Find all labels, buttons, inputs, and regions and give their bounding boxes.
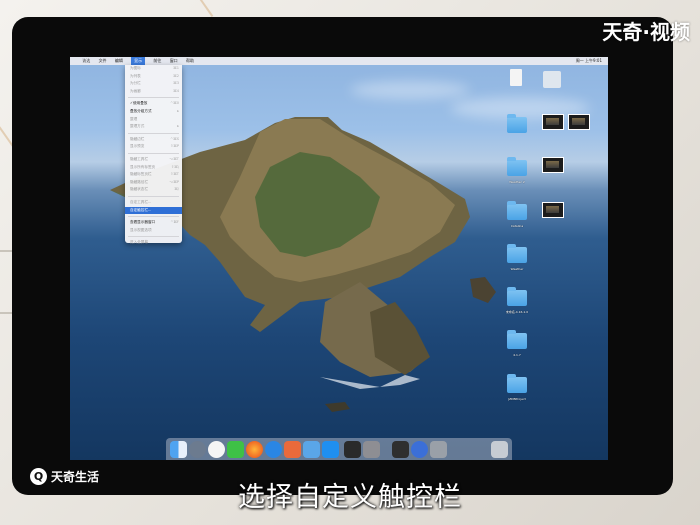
desktop-label: Weather 2 <box>509 180 525 184</box>
screenshot-icon[interactable] <box>542 157 564 173</box>
firefox-icon[interactable] <box>246 441 263 458</box>
safari-icon[interactable] <box>265 441 282 458</box>
tool-icon[interactable] <box>430 441 447 458</box>
trash-icon[interactable] <box>491 441 508 458</box>
subtitle-caption: 选择自定义触控栏 <box>238 482 462 513</box>
launchpad-icon[interactable] <box>189 441 206 458</box>
mac-screen: 访达 文件 编辑 显示 前往 窗口 帮助 周一 上午9:01 为图标 ⌘1 为列表 ⌘… <box>70 57 608 460</box>
system-preferences-icon[interactable] <box>363 441 380 458</box>
folder-icon[interactable] <box>507 157 527 176</box>
screenshot-icon[interactable] <box>568 114 590 130</box>
folder-icon[interactable] <box>507 287 527 306</box>
weibo-icon[interactable] <box>208 441 225 458</box>
desktop-label: JZDBProject <box>508 397 526 401</box>
terminal-icon[interactable] <box>344 441 361 458</box>
desktop-label: Weather <box>510 267 524 271</box>
app-store-icon[interactable] <box>322 441 339 458</box>
folder-icon[interactable] <box>507 114 527 133</box>
desktop-label: 未命名.4.16.1.0 <box>505 310 529 314</box>
finder-icon[interactable] <box>170 441 187 458</box>
watermark: 天奇·视频 <box>602 20 690 44</box>
desktop-label: 4.1.7 <box>513 353 521 357</box>
screenshot-icon[interactable] <box>542 202 564 218</box>
activity-monitor-icon[interactable] <box>392 441 409 458</box>
folder-icon[interactable] <box>507 201 527 220</box>
folder-app-icon[interactable] <box>303 441 320 458</box>
cleaner-icon[interactable] <box>284 441 301 458</box>
browser-icon[interactable] <box>411 441 428 458</box>
folder-icon[interactable] <box>507 330 527 349</box>
folder-icon[interactable] <box>507 374 527 393</box>
decor-stripe <box>188 0 214 17</box>
file-icon[interactable] <box>510 69 522 86</box>
desktop-label: Catalina <box>510 224 524 228</box>
folder-icon[interactable] <box>507 244 527 263</box>
desktop-icons: Weather 2 Catalina Weather 未命名.4.16.1.0 … <box>70 57 608 460</box>
screenshot-icon[interactable] <box>542 114 564 130</box>
dock <box>166 438 512 460</box>
wechat-icon[interactable] <box>227 441 244 458</box>
disk-icon[interactable] <box>543 71 561 88</box>
